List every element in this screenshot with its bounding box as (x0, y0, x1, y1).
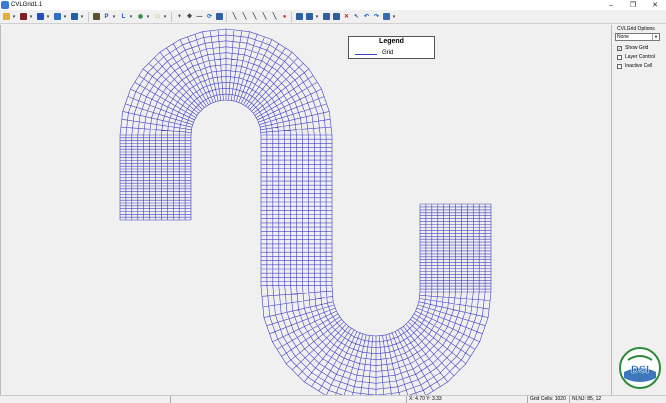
minus-icon[interactable]: — (195, 12, 204, 21)
merge-tool-icon[interactable]: ╲ (270, 12, 279, 21)
legend: Legend Grid (348, 36, 435, 59)
window-title: CVLGrid1.1 (11, 2, 43, 8)
grid-lines (119, 28, 492, 395)
curve-tool-icon[interactable]: ╲ (240, 12, 249, 21)
square-select-icon[interactable]: □ (153, 12, 162, 21)
zoom-in-icon[interactable] (332, 12, 341, 21)
legend-grid-swatch (355, 54, 377, 55)
inactive-cell-checkbox[interactable]: Inactive Cell (617, 63, 652, 69)
close-button[interactable]: ✕ (644, 0, 666, 10)
minimize-button[interactable]: – (600, 0, 622, 10)
toolbar-dropdown-arrow[interactable]: ▾ (80, 12, 84, 21)
folder-icon[interactable] (2, 12, 11, 21)
terrain-icon[interactable] (92, 12, 101, 21)
checkbox-box[interactable] (617, 63, 622, 69)
toolbar-separator (291, 11, 292, 22)
legend-grid-label: Grid (382, 50, 394, 56)
toolbar-dropdown-arrow[interactable]: ▾ (315, 12, 319, 21)
curvilinear-grid (119, 28, 492, 395)
options-panel: CVLGrid Options None ▼ ✓ Show Grid Layer… (613, 25, 666, 395)
inactive-cell-label: Inactive Cell (625, 63, 653, 69)
legend-title: Legend (379, 38, 404, 45)
layer-select[interactable]: None ▼ (615, 33, 660, 41)
pointer-icon[interactable]: ↖ (352, 12, 361, 21)
line-tool-icon[interactable]: ╲ (230, 12, 239, 21)
toolbar-dropdown-arrow[interactable]: ▾ (163, 12, 167, 21)
spline-tool-icon[interactable]: ╲ (250, 12, 259, 21)
undo-icon[interactable]: ↶ (362, 12, 371, 21)
layer-control-checkbox[interactable]: Layer Control (617, 54, 655, 60)
zoom-window-icon[interactable] (322, 12, 331, 21)
toolbar-dropdown-arrow[interactable]: ▾ (112, 12, 116, 21)
title-bar: CVLGrid1.1 – ❐ ✕ (0, 0, 666, 10)
show-grid-checkbox[interactable]: ✓ Show Grid (617, 45, 648, 51)
grid-tools-icon[interactable] (70, 12, 79, 21)
show-grid-label: Show Grid (625, 45, 649, 51)
panel-title: CVLGrid Options (617, 26, 655, 32)
toolbar-dropdown-arrow[interactable]: ▾ (146, 12, 150, 21)
split-tool-icon[interactable]: ╲ (260, 12, 269, 21)
maximize-button[interactable]: ❐ (622, 0, 644, 10)
toolbar-dropdown-arrow[interactable]: ▾ (129, 12, 133, 21)
zoom-extent-icon[interactable] (305, 12, 314, 21)
toolbar-separator (171, 11, 172, 22)
grid-canvas[interactable] (0, 25, 612, 395)
plus-icon[interactable]: + (175, 12, 184, 21)
refresh-icon[interactable]: ⟳ (205, 12, 214, 21)
layer-select-value: None (617, 34, 629, 40)
move-icon[interactable]: ✥ (185, 12, 194, 21)
print-icon[interactable] (382, 12, 391, 21)
grid-view-icon[interactable] (295, 12, 304, 21)
toolbar-dropdown-arrow[interactable]: ▾ (46, 12, 50, 21)
layer-control-label: Layer Control (625, 54, 656, 60)
red-circle-icon[interactable]: ● (280, 12, 289, 21)
stop-icon[interactable] (19, 12, 28, 21)
dsi-logo: DSI (618, 346, 662, 390)
delete-icon[interactable]: ✕ (342, 12, 351, 21)
toolbar-dropdown-arrow[interactable]: ▾ (29, 12, 33, 21)
toolbar-dropdown-arrow[interactable]: ▾ (63, 12, 67, 21)
toolbar-separator (226, 11, 227, 22)
table-icon[interactable] (215, 12, 224, 21)
globe-icon[interactable]: ◉ (136, 12, 145, 21)
toolbar-dropdown-arrow[interactable]: ▾ (12, 12, 16, 21)
checkbox-box[interactable] (617, 54, 622, 60)
p-icon[interactable]: P (102, 12, 111, 21)
logo-text: DSI (631, 364, 649, 376)
l-icon[interactable]: L (119, 12, 128, 21)
toolbar-dropdown-arrow[interactable]: ▾ (392, 12, 396, 21)
checkbox-box[interactable]: ✓ (617, 45, 622, 51)
app-icon (1, 1, 9, 9)
toolbar-separator (88, 11, 89, 22)
main-toolbar: ▾ ▾ ▾ ▾ ▾ P ▾ L ▾ ◉ ▾ □ ▾ + ✥ — ⟳ ╲ ╲ ╲ ╲ ╲ ● ▾ ✕ ↖ ↶ ↷ ▾ (0, 10, 666, 24)
chevron-down-icon[interactable]: ▼ (652, 34, 659, 40)
redo-icon[interactable]: ↷ (372, 12, 381, 21)
bars-icon[interactable] (36, 12, 45, 21)
layers-icon[interactable] (53, 12, 62, 21)
